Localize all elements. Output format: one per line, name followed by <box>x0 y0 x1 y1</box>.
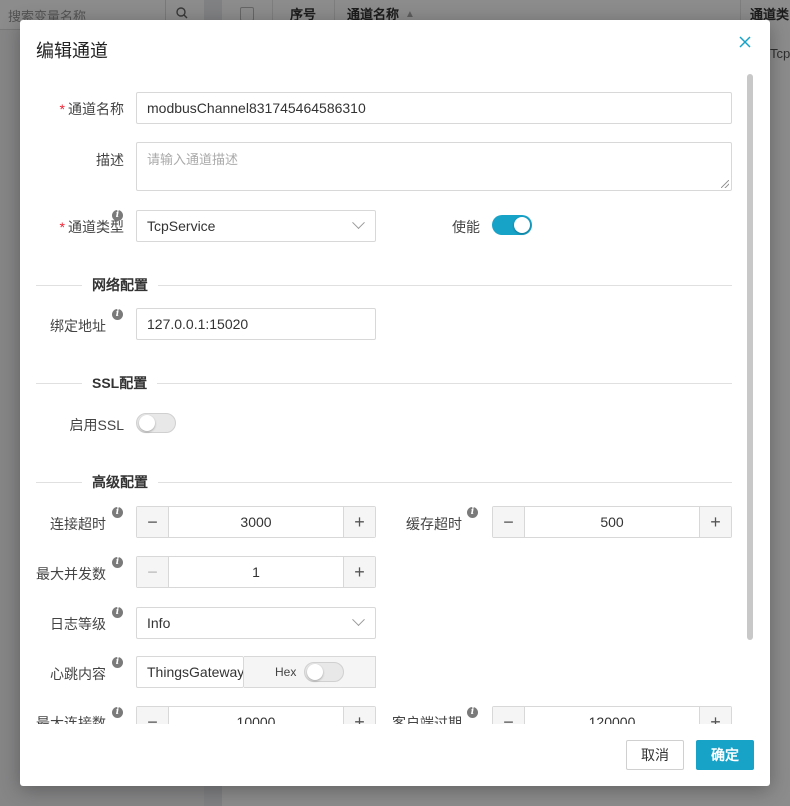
description-textarea[interactable]: 请输入通道描述 <box>136 142 732 191</box>
log-level-label: 日志等级 <box>50 616 106 632</box>
required-mark: * <box>59 219 65 235</box>
cache-timeout-stepper[interactable]: − 500 + <box>492 506 732 538</box>
info-icon[interactable]: i <box>112 309 123 320</box>
ssl-config-section: SSL配置 <box>36 373 732 393</box>
bind-address-input[interactable]: 127.0.0.1:15020 <box>136 308 376 340</box>
dialog-body: 编辑通道 * 通道名称 modbusChannel831745464586310 … <box>20 20 770 724</box>
enable-ssl-toggle[interactable] <box>136 413 176 433</box>
info-icon[interactable]: i <box>467 707 478 718</box>
max-connections-stepper[interactable]: − 10000 + <box>136 706 376 724</box>
cache-timeout-label: 缓存超时 <box>406 516 462 532</box>
description-label: 描述 <box>96 152 124 168</box>
decrement-button[interactable]: − <box>493 707 525 724</box>
enable-label: 使能 <box>452 219 480 235</box>
connect-timeout-stepper[interactable]: − 3000 + <box>136 506 376 538</box>
advanced-config-title: 高级配置 <box>82 472 158 492</box>
max-concurrency-label: 最大并发数 <box>36 566 106 582</box>
connect-timeout-label: 连接超时 <box>50 516 106 532</box>
max-concurrency-stepper[interactable]: − 1 + <box>136 556 376 588</box>
log-level-value: Info <box>147 615 171 631</box>
increment-button[interactable]: + <box>343 707 375 724</box>
hex-toggle[interactable] <box>304 662 344 682</box>
increment-button[interactable]: + <box>343 557 375 587</box>
description-placeholder: 请输入通道描述 <box>147 152 239 167</box>
decrement-button[interactable]: − <box>493 507 525 537</box>
toggle-knob <box>139 415 155 431</box>
dialog-scrollbar[interactable] <box>747 74 753 640</box>
info-icon[interactable]: i <box>112 657 123 668</box>
required-mark: * <box>59 101 65 117</box>
info-icon[interactable]: i <box>112 507 123 518</box>
increment-button[interactable]: + <box>699 707 731 724</box>
toggle-knob <box>307 664 323 680</box>
toggle-knob <box>514 217 530 233</box>
increment-button[interactable]: + <box>699 507 731 537</box>
hex-label: Hex <box>275 665 297 679</box>
channel-type-select[interactable]: TcpService <box>136 210 376 242</box>
log-level-select[interactable]: Info <box>136 607 376 639</box>
decrement-button[interactable]: − <box>137 557 169 587</box>
decrement-button[interactable]: − <box>137 707 169 724</box>
info-icon[interactable]: i <box>112 557 123 568</box>
chevron-down-icon <box>352 216 365 230</box>
enable-toggle[interactable] <box>492 215 532 235</box>
client-expiry-label: 客户端过期 <box>392 715 462 724</box>
decrement-button[interactable]: − <box>137 507 169 537</box>
channel-name-input[interactable]: modbusChannel831745464586310 <box>136 92 732 124</box>
connect-timeout-value[interactable]: 3000 <box>169 507 343 537</box>
resize-handle-icon[interactable] <box>721 180 729 188</box>
edit-channel-dialog: 编辑通道 * 通道名称 modbusChannel831745464586310 … <box>20 20 770 786</box>
network-config-title: 网络配置 <box>82 275 158 295</box>
client-expiry-stepper[interactable]: − 120000 + <box>492 706 732 724</box>
heartbeat-hex-addon: Hex <box>244 656 376 688</box>
info-icon[interactable]: i <box>467 507 478 518</box>
max-concurrency-value[interactable]: 1 <box>169 557 343 587</box>
ssl-config-title: SSL配置 <box>82 373 158 393</box>
close-icon[interactable] <box>736 33 754 51</box>
advanced-config-section: 高级配置 <box>36 472 732 492</box>
info-icon[interactable]: i <box>112 707 123 718</box>
bind-address-label: 绑定地址 <box>50 318 106 334</box>
info-icon[interactable]: i <box>112 210 123 221</box>
cache-timeout-value[interactable]: 500 <box>525 507 699 537</box>
network-config-section: 网络配置 <box>36 275 732 295</box>
dialog-title: 编辑通道 <box>36 41 108 61</box>
client-expiry-value[interactable]: 120000 <box>525 707 699 724</box>
increment-button[interactable]: + <box>343 507 375 537</box>
info-icon[interactable]: i <box>112 607 123 618</box>
max-connections-label: 最大连接数 <box>36 715 106 724</box>
channel-name-label: * 通道名称 <box>59 101 124 117</box>
chevron-down-icon <box>352 613 365 627</box>
confirm-button[interactable]: 确定 <box>696 740 754 770</box>
heartbeat-label: 心跳内容 <box>50 666 106 682</box>
cancel-button[interactable]: 取消 <box>626 740 684 770</box>
enable-ssl-label: 启用SSL <box>69 417 124 433</box>
max-connections-value[interactable]: 10000 <box>169 707 343 724</box>
channel-type-value: TcpService <box>147 218 216 234</box>
heartbeat-input[interactable]: ThingsGateway <box>136 656 244 688</box>
